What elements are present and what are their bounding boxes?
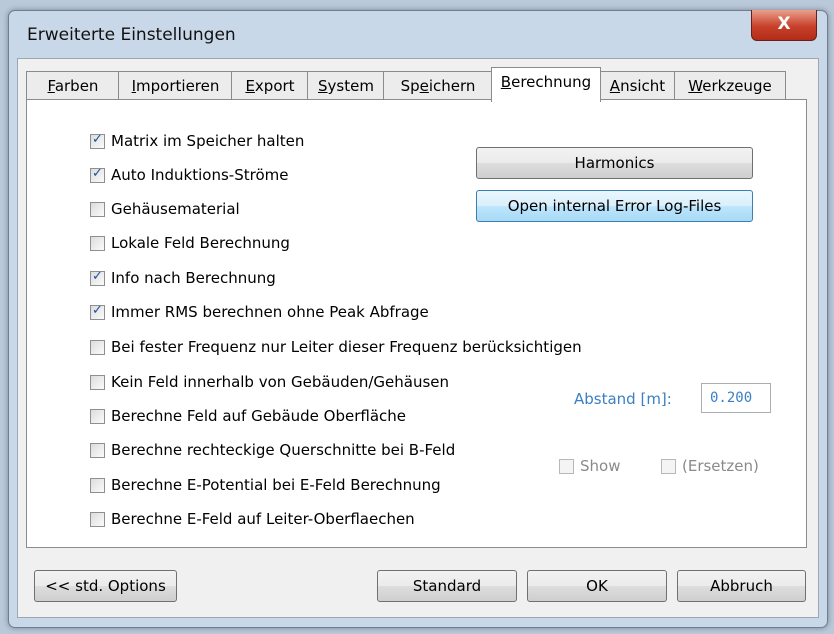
checkbox-unchecked-icon: [90, 408, 105, 424]
tab-berechnung[interactable]: Berechnung: [491, 67, 601, 102]
std-options-button[interactable]: << std. Options: [34, 570, 177, 602]
checkbox-checked-icon: [90, 303, 105, 320]
dialog-window: Erweiterte Einstellungen X Farben Importi…: [8, 10, 828, 628]
option-label: Berechne E-Potential bei E-Feld Berechnu…: [111, 476, 441, 494]
checkbox-checked-icon: [90, 269, 105, 286]
checkbox-unchecked-icon: [90, 374, 105, 390]
option-checkbox[interactable]: Kein Feld innerhalb von Gebäuden/Gehäuse…: [90, 370, 449, 394]
standard-button[interactable]: Standard: [377, 570, 517, 602]
checkbox-unchecked-icon: [90, 511, 105, 527]
checkbox-unchecked-icon: [90, 477, 105, 493]
tab-label: Farben: [47, 77, 99, 95]
abstand-label: Abstand [m]:: [574, 390, 672, 408]
checkbox-unchecked-icon: [90, 339, 105, 355]
option-label: Auto Induktions-Ströme: [111, 166, 289, 184]
tab-label: Ansicht: [609, 77, 666, 95]
window-title: Erweiterte Einstellungen: [27, 25, 236, 45]
option-checkbox[interactable]: Berechne Feld auf Gebäude Oberfläche: [90, 404, 406, 428]
option-label: Lokale Feld Berechnung: [111, 234, 290, 252]
option-checkbox[interactable]: Immer RMS berechnen ohne Peak Abfrage: [90, 300, 429, 324]
ersetzen-checkbox-box: [661, 458, 676, 474]
option-label: Berechne rechteckige Querschnitte bei B-…: [111, 441, 456, 459]
tab-label: Werkzeuge: [688, 77, 772, 95]
option-label: Immer RMS berechnen ohne Peak Abfrage: [111, 303, 429, 321]
tab-ansicht[interactable]: Ansicht: [599, 71, 676, 100]
ersetzen-checkbox[interactable]: (Ersetzen): [661, 454, 759, 478]
close-button[interactable]: X: [751, 10, 817, 41]
open-error-log-button[interactable]: Open internal Error Log-Files: [476, 190, 753, 222]
option-checkbox[interactable]: Bei fester Frequenz nur Leiter dieser Fr…: [90, 335, 582, 359]
ok-button[interactable]: OK: [527, 570, 667, 602]
tab-label: Importieren: [131, 77, 220, 95]
tab-label: Export: [245, 77, 295, 95]
option-label: Gehäusematerial: [111, 200, 240, 218]
show-checkbox-label: Show: [580, 457, 621, 475]
checkbox-checked-icon: [90, 132, 105, 149]
tab-label: Speichern: [400, 77, 476, 95]
tab-farben[interactable]: Farben: [26, 71, 120, 100]
checkbox-unchecked-icon: [90, 201, 105, 217]
tab-label: Berechnung: [500, 73, 592, 91]
option-label: Berechne Feld auf Gebäude Oberfläche: [111, 407, 407, 425]
option-checkbox[interactable]: Info nach Berechnung: [90, 266, 276, 290]
option-label: Bei fester Frequenz nur Leiter dieser Fr…: [111, 338, 582, 356]
option-checkbox[interactable]: Berechne E-Potential bei E-Feld Berechnu…: [90, 473, 441, 497]
abstand-input[interactable]: [701, 383, 771, 413]
tab-werkzeuge[interactable]: Werkzeuge: [674, 71, 786, 100]
tab-label: System: [318, 77, 374, 95]
dialog-client: Farben Importieren Export System Speichern Be…: [17, 58, 819, 618]
title-bar: Erweiterte Einstellungen X: [9, 10, 827, 59]
show-checkbox-box: [559, 458, 574, 474]
option-label: Matrix im Speicher halten: [111, 132, 305, 150]
close-icon: X: [777, 14, 791, 34]
checkbox-unchecked-icon: [90, 235, 105, 251]
tab-importieren[interactable]: Importieren: [118, 71, 233, 100]
option-checkbox[interactable]: Lokale Feld Berechnung: [90, 231, 290, 255]
tab-panel-berechnung: Matrix im Speicher halten Auto Induktions…: [26, 99, 807, 548]
option-label: Info nach Berechnung: [111, 269, 276, 287]
show-checkbox[interactable]: Show: [559, 454, 620, 478]
tab-speichern[interactable]: Speichern: [383, 71, 493, 100]
option-checkbox[interactable]: Auto Induktions-Ströme: [90, 163, 288, 187]
checkbox-checked-icon: [90, 166, 105, 183]
option-label: Berechne E-Feld auf Leiter-Oberflaechen: [111, 510, 415, 528]
option-label: Kein Feld innerhalb von Gebäuden/Gehäuse…: [111, 373, 450, 391]
option-checkbox[interactable]: Matrix im Speicher halten: [90, 129, 304, 153]
ersetzen-checkbox-label: (Ersetzen): [682, 457, 759, 475]
tab-system[interactable]: System: [307, 71, 385, 100]
option-checkbox[interactable]: Gehäusematerial: [90, 197, 240, 221]
abbruch-button[interactable]: Abbruch: [677, 570, 806, 602]
harmonics-button[interactable]: Harmonics: [476, 147, 753, 179]
option-checkbox[interactable]: Berechne E-Feld auf Leiter-Oberflaechen: [90, 507, 415, 531]
option-checkbox[interactable]: Berechne rechteckige Querschnitte bei B-…: [90, 438, 455, 462]
checkbox-unchecked-icon: [90, 442, 105, 458]
tab-export[interactable]: Export: [231, 71, 309, 100]
